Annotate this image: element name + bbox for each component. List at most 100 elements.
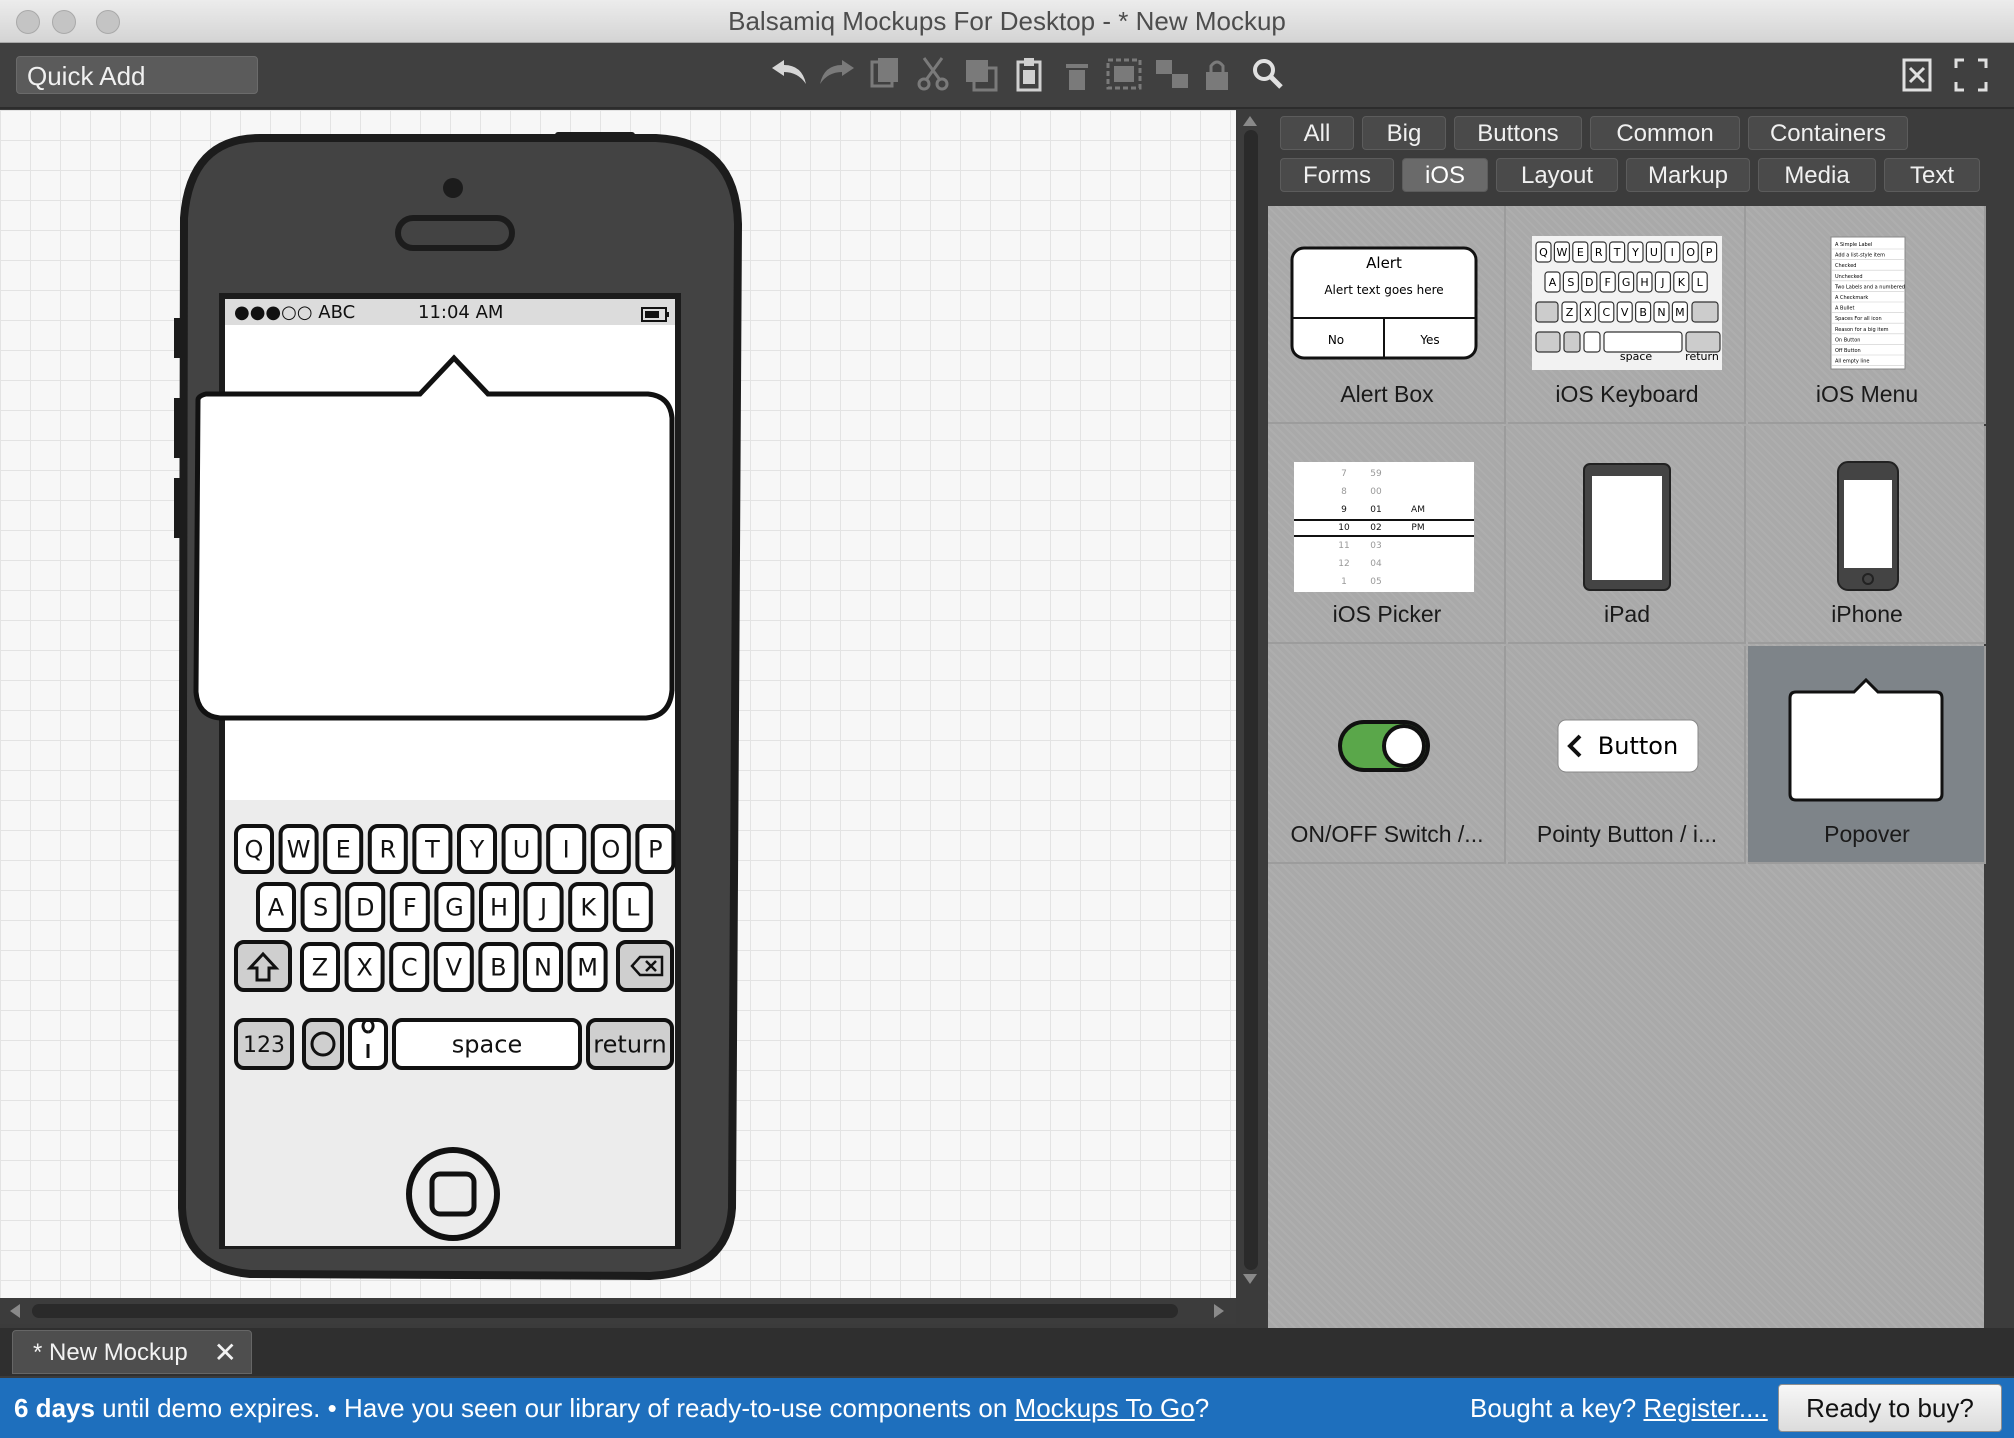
- key-m[interactable]: M: [567, 942, 608, 992]
- mini-key-label: I: [1671, 246, 1674, 259]
- backspace-key[interactable]: [616, 940, 674, 992]
- close-tab-icon[interactable]: ✕: [214, 1331, 237, 1375]
- close-panel-icon[interactable]: [1902, 58, 1932, 92]
- key-x[interactable]: X: [344, 942, 385, 992]
- key-v[interactable]: V: [433, 942, 474, 992]
- library-item-pointy-button[interactable]: Button Pointy Button / i...: [1508, 646, 1746, 864]
- key-label: 123: [243, 1033, 285, 1058]
- key-label: space: [452, 1031, 522, 1059]
- scroll-left-arrow-icon[interactable]: [10, 1304, 20, 1318]
- lock-icon[interactable]: [1206, 60, 1228, 90]
- key-a[interactable]: A: [256, 882, 296, 932]
- key-label: T: [424, 836, 440, 864]
- library-item-popover[interactable]: Popover: [1748, 646, 1986, 864]
- horizontal-scroll-thumb[interactable]: [32, 1304, 1178, 1318]
- copy-icon[interactable]: [870, 58, 898, 88]
- tab-layout[interactable]: Layout: [1496, 158, 1618, 192]
- ungroup-icon[interactable]: [1156, 60, 1188, 88]
- tab-common[interactable]: Common: [1590, 116, 1740, 150]
- cut-icon[interactable]: [917, 57, 949, 91]
- key-c[interactable]: C: [389, 942, 430, 992]
- key-g[interactable]: G: [434, 882, 475, 932]
- key-u[interactable]: U: [501, 824, 542, 874]
- tab-text[interactable]: Text: [1884, 158, 1980, 192]
- numbers-key[interactable]: 123: [234, 1018, 294, 1070]
- tab-forms[interactable]: Forms: [1280, 158, 1394, 192]
- picker-value: 7: [1341, 469, 1347, 479]
- library-item-ios-picker[interactable]: 7 8 9 10 11 12 1 59 00 01 02 03 04 05 AM PM iOS Picker: [1268, 426, 1506, 644]
- key-w[interactable]: W: [278, 824, 319, 874]
- volume-up-button: [174, 398, 186, 458]
- mockups-to-go-link[interactable]: Mockups To Go: [1015, 1393, 1195, 1423]
- library-item-on-off-switch[interactable]: ON/OFF Switch /...: [1268, 646, 1506, 864]
- key-n[interactable]: N: [523, 942, 563, 992]
- scroll-up-arrow-icon[interactable]: [1243, 116, 1257, 126]
- tab-media[interactable]: Media: [1758, 158, 1876, 192]
- duplicate-icon[interactable]: [966, 60, 998, 92]
- document-tab[interactable]: * New Mockup ✕: [12, 1330, 252, 1374]
- shift-key[interactable]: [234, 940, 292, 992]
- tab-markup[interactable]: Markup: [1626, 158, 1750, 192]
- iphone-mockup[interactable]: ●●●○○ ABC 11:04 AM Q W E R T Y U I O P A S D F G H J K L Z X…: [170, 128, 750, 1288]
- picker-value: 59: [1370, 469, 1382, 479]
- quick-add-input[interactable]: Quick Add: [16, 56, 258, 94]
- key-r[interactable]: R: [367, 824, 408, 874]
- key-b[interactable]: B: [478, 942, 519, 992]
- power-button: [555, 132, 635, 142]
- key-z[interactable]: Z: [300, 942, 340, 992]
- key-s[interactable]: S: [300, 882, 341, 932]
- library-item-ios-menu[interactable]: A Simple Label Add a list-style item Check…: [1748, 206, 1986, 424]
- vertical-scroll-thumb[interactable]: [1244, 130, 1258, 1270]
- key-p[interactable]: P: [635, 824, 676, 874]
- library-item-ipad[interactable]: iPad: [1508, 426, 1746, 644]
- tab-big[interactable]: Big: [1362, 116, 1446, 150]
- search-icon[interactable]: [1253, 59, 1283, 89]
- scroll-down-arrow-icon[interactable]: [1243, 1274, 1257, 1284]
- library-item-ios-keyboard[interactable]: QWERTYUIOPASDFGHJKLZXCVBNM space return …: [1508, 206, 1746, 424]
- mini-menu-item: Off Button: [1835, 348, 1861, 354]
- key-i[interactable]: I: [546, 824, 587, 874]
- key-label: M: [577, 954, 598, 982]
- library-item-alert-box[interactable]: Alert Alert text goes here No Yes Alert …: [1268, 206, 1506, 424]
- key-y[interactable]: Y: [457, 824, 497, 874]
- undo-icon[interactable]: [772, 60, 806, 84]
- popover-component[interactable]: [193, 354, 675, 721]
- space-key[interactable]: space: [392, 1018, 582, 1070]
- key-h[interactable]: H: [479, 882, 519, 932]
- globe-key[interactable]: [302, 1018, 344, 1070]
- key-j[interactable]: J: [523, 882, 564, 932]
- key-label: R: [379, 836, 396, 864]
- mini-key-label: A: [1549, 276, 1557, 289]
- delete-icon[interactable]: [1066, 64, 1088, 90]
- paste-icon[interactable]: [1016, 58, 1042, 92]
- mini-key: [1535, 331, 1561, 353]
- ready-to-buy-button[interactable]: Ready to buy?: [1778, 1384, 2002, 1432]
- svg-text:No: No: [1328, 333, 1344, 347]
- register-link[interactable]: Register....: [1643, 1393, 1767, 1423]
- fullscreen-icon[interactable]: [1954, 58, 1988, 92]
- key-label: E: [336, 836, 351, 864]
- library-item-iphone[interactable]: iPhone: [1748, 426, 1986, 644]
- key-o[interactable]: O: [590, 824, 631, 874]
- group-icon[interactable]: [1106, 58, 1142, 90]
- picker-value: 11: [1338, 541, 1349, 551]
- tab-buttons[interactable]: Buttons: [1454, 116, 1582, 150]
- key-l[interactable]: L: [612, 882, 653, 932]
- mini-key: [1583, 331, 1601, 353]
- key-t[interactable]: T: [412, 824, 453, 874]
- scroll-right-arrow-icon[interactable]: [1214, 1304, 1224, 1318]
- tab-containers[interactable]: Containers: [1748, 116, 1908, 150]
- key-d[interactable]: D: [345, 882, 386, 932]
- tab-ios[interactable]: iOS: [1402, 158, 1488, 192]
- key-f[interactable]: F: [389, 882, 430, 932]
- library-item-label: ON/OFF Switch /...: [1290, 821, 1484, 847]
- key-k[interactable]: K: [568, 882, 609, 932]
- mini-menu-item: A Simple Label: [1835, 242, 1872, 248]
- key-q[interactable]: Q: [234, 824, 274, 874]
- return-key[interactable]: return: [586, 1018, 674, 1070]
- mini-key-label: O: [1686, 246, 1695, 259]
- key-e[interactable]: E: [323, 824, 364, 874]
- tab-all[interactable]: All: [1280, 116, 1354, 150]
- redo-icon[interactable]: [820, 60, 854, 84]
- mini-menu-item: Unchecked: [1835, 274, 1863, 280]
